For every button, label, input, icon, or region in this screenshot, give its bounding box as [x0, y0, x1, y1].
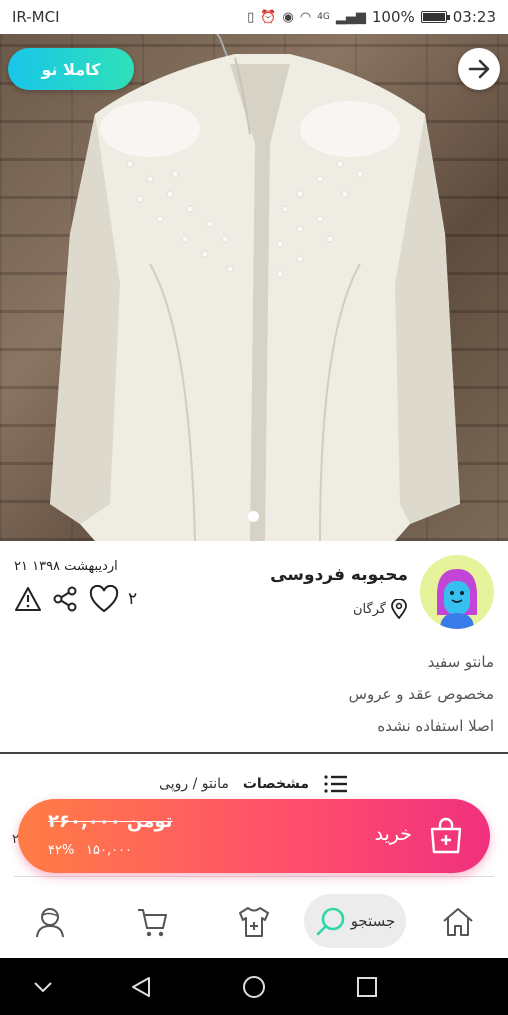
old-price: ۲۶۰,۰۰۰ تومن [48, 811, 173, 832]
report-icon[interactable] [14, 586, 42, 612]
battery-icon [420, 11, 450, 23]
nav-profile[interactable] [30, 902, 70, 942]
back-button[interactable] [458, 48, 500, 90]
new-price: ۱۵۰,۰۰۰ [86, 843, 133, 858]
shopping-bag-icon [430, 817, 462, 854]
home-icon [443, 908, 473, 936]
search-label: جستجو [350, 912, 396, 930]
system-recents-button[interactable] [352, 972, 382, 1002]
product-image[interactable]: کاملا نو [0, 34, 508, 541]
status-bar: IR-MCI ▯ ⏰ ◉ ◠ 4G ▂▄▆ 100% 03:23 [0, 0, 508, 34]
vibrate-icon: ▯ [247, 9, 255, 25]
specs-value: مانتو / روپی [159, 776, 229, 792]
bottom-navigation: جستجو [0, 886, 508, 958]
description-line: مخصوص عقد و عروس [348, 685, 494, 703]
specs-row[interactable]: مشخصات مانتو / روپی [0, 770, 508, 798]
condition-badge: کاملا نو [8, 48, 134, 90]
nav-cart[interactable] [132, 902, 172, 942]
divider [0, 752, 508, 754]
seller-location: گرگان [353, 599, 408, 619]
avatar-icon [420, 555, 494, 629]
triangle-back-icon [132, 977, 150, 997]
description: مانتو سفید مخصوص عقد و عروس اصلا استفاده… [14, 646, 494, 742]
description-line: مانتو سفید [427, 653, 494, 671]
nav-search[interactable]: جستجو [304, 894, 406, 948]
hide-keyboard-button[interactable] [28, 972, 58, 1002]
chevron-down-icon [34, 982, 52, 993]
clock: 03:23 [452, 8, 496, 26]
wifi-icon: ◠ [299, 9, 312, 25]
location-pin-icon [391, 599, 407, 619]
seller-name[interactable]: محبوبه فردوسی [270, 565, 408, 585]
product-photo [50, 34, 460, 541]
carrier-name: IR-MCI [12, 8, 60, 26]
square-recents-icon [357, 977, 377, 997]
cart-icon [138, 909, 167, 937]
list-icon [324, 775, 347, 793]
status-icons: ▯ ⏰ ◉ ◠ 4G ▂▄▆ 100% 03:23 [247, 8, 496, 26]
system-home-button[interactable] [239, 972, 269, 1002]
heart-icon[interactable] [88, 585, 120, 613]
eye-icon: ◉ [282, 9, 294, 25]
specs-label: مشخصات [242, 776, 309, 792]
discount-percent: ۴۲% [48, 843, 75, 858]
battery-percent: 100% [371, 8, 415, 26]
separator [14, 876, 494, 877]
post-date: ۲۱ اردیبهشت ۱۳۹۸ [14, 559, 118, 574]
seller-section: محبوبه فردوسی گرگان ۲۱ اردیبهشت ۱۳۹۸ ۲ [0, 541, 508, 641]
buy-button[interactable]: ۲۶۰,۰۰۰ تومن ۴۲% ۱۵۰,۰۰۰ خرید [18, 799, 490, 873]
add-clothing-icon [239, 907, 269, 937]
carousel-indicator [248, 511, 259, 522]
share-icon[interactable] [52, 586, 78, 612]
arrow-right-icon [468, 59, 490, 79]
system-navigation [0, 958, 508, 1015]
signal-icon: ▂▄▆ [335, 9, 366, 25]
network-type: 4G [317, 12, 330, 22]
profile-icon [36, 908, 64, 938]
system-back-button[interactable] [126, 972, 156, 1002]
nav-home[interactable] [438, 902, 478, 942]
description-line: اصلا استفاده نشده [377, 717, 494, 735]
city-label: گرگان [352, 601, 386, 617]
like-count: ۲ [128, 589, 138, 609]
buy-label: خرید [374, 823, 413, 845]
listing-actions: ۲ [14, 585, 137, 613]
avatar[interactable] [420, 555, 494, 629]
nav-sell[interactable] [234, 902, 274, 942]
search-icon [316, 907, 344, 936]
circle-home-icon [243, 976, 265, 998]
alarm-icon: ⏰ [260, 9, 277, 25]
